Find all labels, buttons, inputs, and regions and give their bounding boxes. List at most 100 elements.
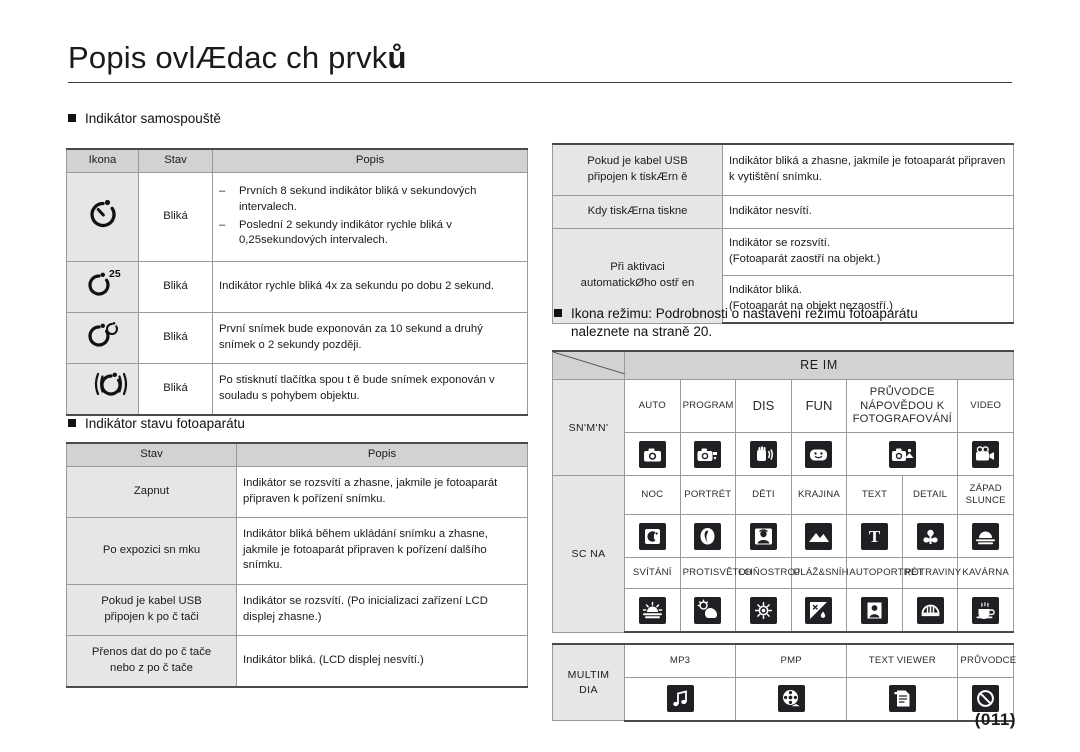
scene-label-row-1: SC NA NOC PORTRÉT DĚTI KRAJINA TEXT DETA… xyxy=(552,475,1014,633)
multimedia-label-pruvodce: PRŮVODCE xyxy=(957,642,1016,678)
scene-label-zapad-slunce: ZÁPAD SLUNCE xyxy=(957,475,1014,516)
scene-label-text: TEXT xyxy=(846,475,903,516)
scene-label-deti: DĚTI xyxy=(735,475,792,516)
group-label-multimedia: MULTIM DIA xyxy=(552,642,625,722)
state-cell: Bliká xyxy=(138,260,213,313)
dash-icon: – xyxy=(219,218,226,231)
scene-label-krajina: KRAJINA xyxy=(790,475,848,516)
self-timer-double-icon xyxy=(66,311,139,364)
text-document-icon xyxy=(846,676,959,722)
group-label-scene: SC NA xyxy=(552,475,625,633)
desc-line-1: Indikátor bliká. xyxy=(729,284,802,297)
mode-label-fun: FUN xyxy=(790,379,848,434)
description-cell: Indikátor bliká během ukládání snímku a … xyxy=(236,516,528,585)
desc-bullet-item: – Poslední 2 sekundy indikátor rychle bli… xyxy=(219,218,452,247)
description-cell: Po stisknutí tlačítka spou t ě bude sním… xyxy=(212,362,528,416)
table-row: Po expozici sn mku Indikátor bliká během… xyxy=(66,516,528,585)
fireworks-icon xyxy=(735,588,792,634)
scene-label-potraviny: POTRAVINY xyxy=(901,557,961,590)
food-icon xyxy=(901,588,959,634)
dawn-icon xyxy=(624,588,681,634)
table-row: Zapnut Indikátor se rozsvítí a zhasne, j… xyxy=(66,465,528,518)
square-bullet-icon xyxy=(554,309,562,317)
square-bullet-icon xyxy=(68,114,76,122)
self-timer-10s-icon xyxy=(66,171,139,262)
cafe-cup-icon xyxy=(957,588,1014,634)
table-header-row: Ikona Stav Popis xyxy=(66,147,528,173)
table-row: Bliká – Prvních 8 sekund indikátor bliká … xyxy=(66,171,528,262)
table-row: Přenos dat do po č tače nebo z po č tače… xyxy=(66,634,528,688)
col-header-popis: Popis xyxy=(212,147,528,173)
hand-shake-icon xyxy=(735,432,792,477)
state-cell: Pokud je kabel USB připojen k tiskÆrn ě xyxy=(552,143,723,196)
scene-label-kavarna: KAVÁRNA xyxy=(957,557,1014,590)
camera-help-icon xyxy=(846,432,959,477)
smiley-face-icon xyxy=(790,432,848,477)
state-cell: Po expozici sn mku xyxy=(66,516,237,585)
page-title-text: Popis ovlÆdac ch prvk xyxy=(68,40,388,75)
scene-label-detail: DETAIL xyxy=(901,475,959,516)
mode-label-video: VIDEO xyxy=(957,379,1014,434)
state-line-1: Při aktivaci xyxy=(610,261,665,274)
music-note-icon xyxy=(623,676,737,722)
table-row: Pokud je kabel USB připojen k po č tači … xyxy=(66,583,528,636)
state-line-2: nebo z po č tače xyxy=(110,661,193,674)
mode-heading-line-1: Ikona režimu: Podrobnosti o nastavení re… xyxy=(571,306,918,321)
col-header-ikona: Ikona xyxy=(66,147,139,173)
state-line-1: Přenos dat do po č tače xyxy=(91,646,212,658)
state-cell: Kdy tiskÆrna tiskne xyxy=(552,195,723,229)
description-cell: Indikátor se rozsvítí. (Po inicializaci … xyxy=(236,583,528,636)
manual-page: Popis ovlÆdac ch prvků Indikátor samospo… xyxy=(0,0,1080,752)
diagonal-line-icon xyxy=(553,352,625,374)
night-moon-icon xyxy=(624,514,681,559)
description-cell: Indikátor bliká. (LCD displej nesvítí.) xyxy=(236,634,528,688)
description-cell: První snímek bude exponován za 10 sekund… xyxy=(212,311,528,364)
table-row: Kdy tiskÆrna tiskne Indikátor nesvítí. xyxy=(552,195,1014,229)
mode-label-program: PROGRAM xyxy=(679,379,737,434)
self-timer-2s-icon: 25 xyxy=(66,260,139,313)
shooting-label-row: SN'M'N' AUTO PROGRAM DIS FUN PRŮVODCE NÁ… xyxy=(552,379,1014,477)
backlight-icon xyxy=(679,588,737,634)
camera-auto-icon xyxy=(624,432,681,477)
scene-label-plaz-snih: PLÁŽ&SNÍH xyxy=(790,557,849,590)
state-line-2: připojen k po č tači xyxy=(104,610,199,623)
state-line-1: Pokud je kabel USB xyxy=(587,155,688,168)
table-row: Bliká První snímek bude exponován za 10 … xyxy=(66,311,528,364)
table-row: Bliká Po stisknutí tlačítka spou t ě bud… xyxy=(66,362,528,416)
table-row: Pokud je kabel USB připojen k tiskÆrn ě … xyxy=(552,143,1014,196)
scene-label-portret: PORTRÉT xyxy=(679,475,737,516)
description-cell: Indikátor rychle bliká 4x za sekundu po … xyxy=(212,260,528,313)
col-header-stav: Stav xyxy=(66,441,237,467)
scene-label-autoportret: AUTOPORTRÉT xyxy=(846,557,923,590)
state-line-1: Pokud je kabel USB xyxy=(101,595,202,607)
state-cell: Pokud je kabel USB připojen k po č tači xyxy=(66,583,237,636)
state-cell: Bliká xyxy=(138,311,213,364)
table-row: Při aktivaci automatickØho ostř en Indik… xyxy=(552,228,1014,324)
mode-banner-label: RE IM xyxy=(624,350,1014,381)
mode-table-gap-row xyxy=(553,632,1014,644)
table-row: 25 Bliká Indikátor rychle bliká 4x za se… xyxy=(66,260,528,313)
multimedia-label-text-viewer: TEXT VIEWER xyxy=(846,642,959,678)
page-title-accent: ů xyxy=(387,40,407,75)
square-bullet-icon xyxy=(68,419,76,427)
mode-label-dis: DIS xyxy=(735,379,792,434)
self-timer-heading: Indikátor samospouště xyxy=(68,110,538,128)
description-cell: Indikátor nesvítí. xyxy=(722,195,1014,229)
landscape-icon xyxy=(790,514,848,559)
portrait-icon xyxy=(679,514,737,559)
description-cell: Indikátor se rozsvítí a zhasne, jakmile … xyxy=(236,465,528,518)
multimedia-label-mp3: MP3 xyxy=(623,642,737,678)
page-header: Popis ovlÆdac ch prvků xyxy=(68,40,1012,83)
state-cell: Bliká xyxy=(138,171,213,262)
state-cell: Přenos dat do po č tače nebo z po č tače xyxy=(66,634,237,688)
camera-status-heading-label: Indikátor stavu fotoaparátu xyxy=(85,416,245,431)
state-cell: Bliká xyxy=(138,362,213,416)
desc-line-2: (Fotoaparát zaostří na objekt.) xyxy=(729,253,881,265)
children-icon xyxy=(735,514,792,559)
dash-icon: – xyxy=(219,185,226,198)
description-cell: Indikátor se rozsvítí. (Fotoaparát zaost… xyxy=(722,228,1014,276)
text-t-icon: T xyxy=(846,514,903,559)
table-header-row: Stav Popis xyxy=(66,441,528,467)
page-number: (011) xyxy=(974,710,1016,729)
mode-table: RE IM SN'M'N' AUTO PROGRAM DIS FUN PRŮVO… xyxy=(552,350,1016,722)
